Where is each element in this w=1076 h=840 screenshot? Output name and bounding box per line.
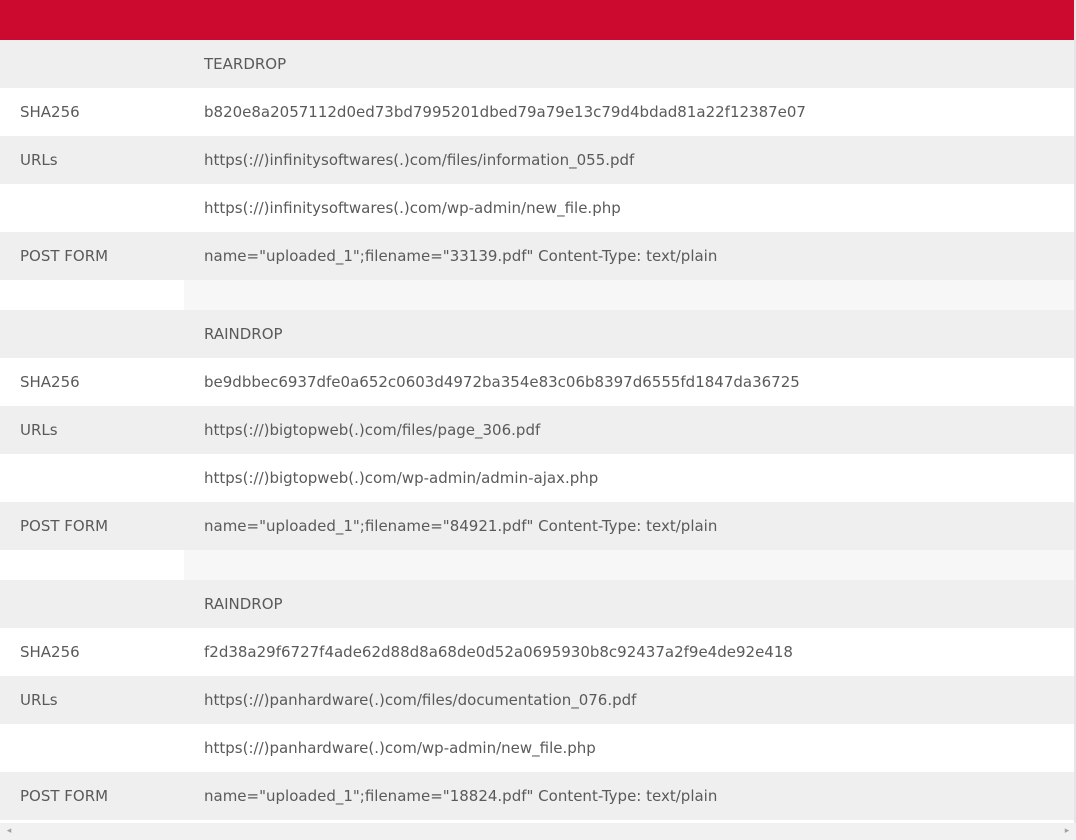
row-label: POST FORM [20, 517, 109, 535]
table-row: POST FORM name="uploaded_1";filename="188… [0, 772, 1074, 820]
table-row: SHA256 be9dbbec6937dfe0a652c0603d4972ba35… [0, 358, 1074, 406]
table-row: https(://)infinitysoftwares(.)com/wp-adm… [0, 184, 1074, 232]
row-value: RAINDROP [204, 595, 283, 613]
row-value: b820e8a2057112d0ed73bd7995201dbed79a79e1… [204, 103, 806, 121]
row-value: https(://)infinitysoftwares(.)com/wp-adm… [204, 199, 621, 217]
row-value: RAINDROP [204, 325, 283, 343]
table-row: URLs https(://)bigtopweb(.)com/files/page… [0, 406, 1074, 454]
table-row: https(://)panhardware(.)com/wp-admin/new… [0, 724, 1074, 772]
table-header-bar [0, 0, 1074, 40]
row-label [0, 184, 184, 232]
row-label: POST FORM [20, 787, 109, 805]
row-label: POST FORM [20, 247, 109, 265]
row-label [0, 280, 184, 310]
row-label: URLs [20, 691, 58, 709]
scroll-left-arrow-icon[interactable]: ◂ [2, 823, 16, 840]
row-label: SHA256 [20, 373, 80, 391]
ioc-table: TEARDROP SHA256 b820e8a2057112d0ed73bd7995… [0, 40, 1074, 820]
row-value: https(://)panhardware(.)com/files/docume… [204, 691, 637, 709]
row-value [184, 280, 1074, 310]
row-value: name="uploaded_1";filename="18824.pdf" C… [204, 787, 718, 805]
table-row: URLs https(://)panhardware(.)com/files/do… [0, 676, 1074, 724]
ioc-table-page: TEARDROP SHA256 b820e8a2057112d0ed73bd7995… [0, 0, 1076, 840]
row-label: URLs [20, 421, 58, 439]
row-value: https(://)bigtopweb(.)com/wp-admin/admin… [204, 469, 599, 487]
spacer-row [0, 550, 1074, 580]
row-label [0, 724, 184, 772]
row-label: SHA256 [20, 643, 80, 661]
table-row: POST FORM name="uploaded_1";filename="331… [0, 232, 1074, 280]
table-row: POST FORM name="uploaded_1";filename="849… [0, 502, 1074, 550]
row-value: https(://)infinitysoftwares(.)com/files/… [204, 151, 635, 169]
row-label [0, 310, 184, 358]
scroll-right-arrow-icon[interactable]: ▸ [1060, 823, 1074, 840]
table-row: RAINDROP [0, 310, 1074, 358]
table-row: SHA256 b820e8a2057112d0ed73bd7995201dbed7… [0, 88, 1074, 136]
row-value: be9dbbec6937dfe0a652c0603d4972ba354e83c0… [204, 373, 800, 391]
row-value [184, 550, 1074, 580]
row-label [0, 550, 184, 580]
horizontal-scrollbar[interactable] [0, 823, 1076, 840]
row-value: TEARDROP [204, 55, 287, 73]
row-label [0, 580, 184, 628]
row-label: SHA256 [20, 103, 80, 121]
table-row: TEARDROP [0, 40, 1074, 88]
row-label [0, 454, 184, 502]
row-value: https(://)bigtopweb(.)com/files/page_306… [204, 421, 541, 439]
row-label [0, 40, 184, 88]
row-value: name="uploaded_1";filename="84921.pdf" C… [204, 517, 718, 535]
spacer-row [0, 280, 1074, 310]
table-row: SHA256 f2d38a29f6727f4ade62d88d8a68de0d52… [0, 628, 1074, 676]
table-row: RAINDROP [0, 580, 1074, 628]
row-value: f2d38a29f6727f4ade62d88d8a68de0d52a06959… [204, 643, 793, 661]
row-value: https(://)panhardware(.)com/wp-admin/new… [204, 739, 596, 757]
row-label: URLs [20, 151, 58, 169]
table-row: URLs https(://)infinitysoftwares(.)com/fi… [0, 136, 1074, 184]
table-row: https(://)bigtopweb(.)com/wp-admin/admin… [0, 454, 1074, 502]
row-value: name="uploaded_1";filename="33139.pdf" C… [204, 247, 718, 265]
